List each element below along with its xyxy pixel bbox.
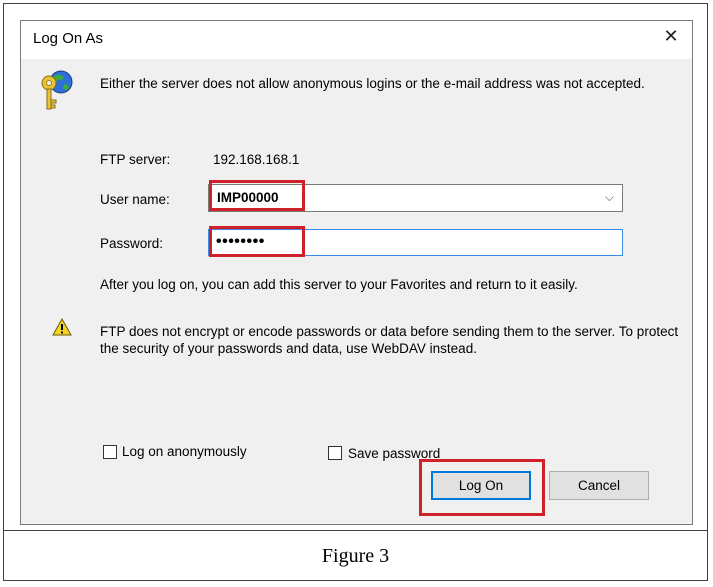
user-name-highlight	[209, 180, 305, 211]
save-password-checkbox[interactable]	[328, 446, 342, 460]
figure-caption: Figure 3	[321, 545, 390, 567]
password-label: Password:	[100, 236, 164, 251]
auth-message: Either the server does not allow anonymo…	[100, 76, 645, 91]
log-on-as-dialog: Log On As ✕ Either the server does not a…	[20, 20, 693, 525]
security-warning-text: FTP does not encrypt or encode passwords…	[100, 324, 679, 356]
warning-icon	[52, 317, 72, 341]
log-on-anonymously-label[interactable]: Log on anonymously	[122, 443, 247, 460]
user-name-label: User name:	[100, 192, 170, 207]
password-highlight	[209, 226, 305, 257]
chevron-down-icon[interactable]: ⌵	[605, 190, 614, 205]
ftp-server-value: 192.168.168.1	[213, 152, 300, 167]
close-icon[interactable]: ✕	[660, 25, 682, 47]
key-globe-icon	[37, 69, 77, 118]
log-on-highlight	[419, 459, 545, 516]
log-on-anonymously-checkbox[interactable]	[103, 445, 117, 459]
dialog-title: Log On As	[33, 30, 104, 47]
dialog-body: Either the server does not allow anonymo…	[21, 59, 692, 524]
cancel-button[interactable]: Cancel	[549, 471, 649, 500]
ftp-server-label: FTP server:	[100, 152, 171, 167]
favorites-info-text: After you log on, you can add this serve…	[100, 277, 578, 292]
